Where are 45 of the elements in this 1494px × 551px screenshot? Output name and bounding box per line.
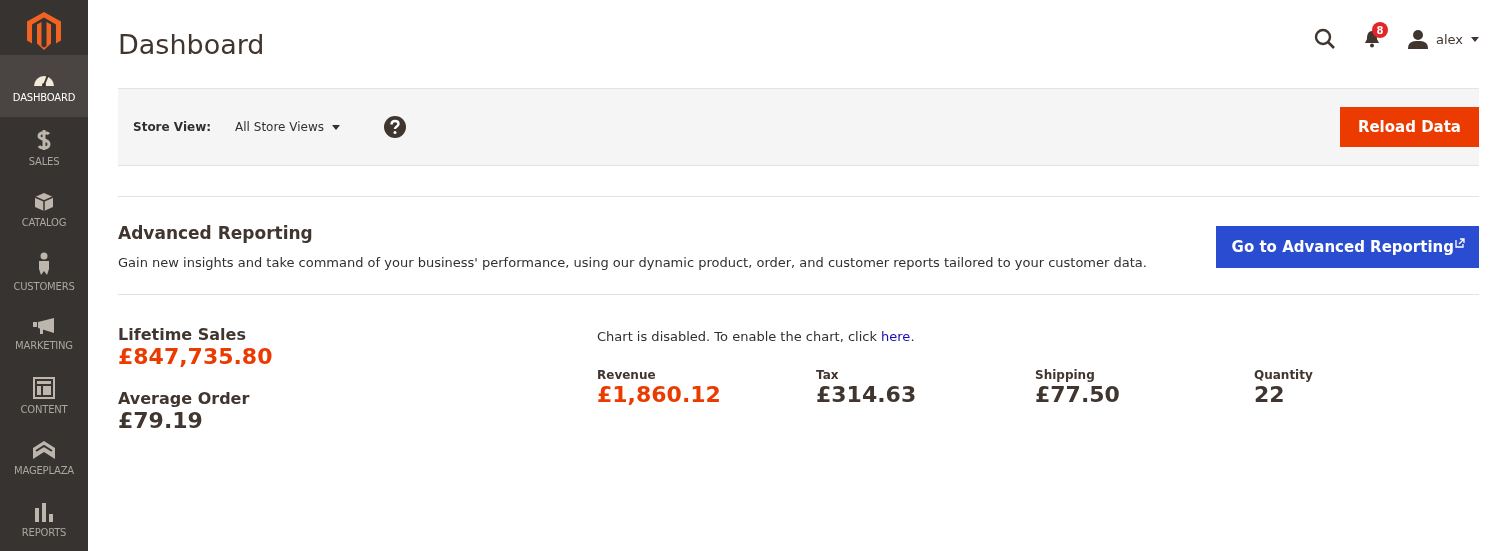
nav-item[interactable]: CUSTOMERS xyxy=(0,241,88,303)
total-label: Tax xyxy=(816,368,840,382)
chart-disabled-note: Chart is disabled. To enable the chart, click here. xyxy=(597,329,916,344)
help-icon[interactable] xyxy=(384,116,407,138)
store-view-label: Store View: xyxy=(133,120,212,134)
nav-item[interactable]: CATALOG xyxy=(0,179,88,241)
dollar-icon xyxy=(37,129,51,151)
caret-icon xyxy=(1471,36,1479,42)
total-value: £77.50 xyxy=(1035,382,1121,407)
user-icon xyxy=(1407,29,1428,49)
section-description: Gain new insights and take command of your business' performance, using our dynamic product, order, and customer reports tailored to your customer data. xyxy=(118,255,1148,270)
total-label: Quantity xyxy=(1254,368,1314,382)
nav-item[interactable]: MAGEPLAZA xyxy=(0,427,88,489)
stat-value: £847,735.80 xyxy=(118,344,274,369)
notification-badge: 8 xyxy=(1371,22,1388,38)
bar-chart-icon xyxy=(34,502,54,522)
external-link-icon xyxy=(1455,237,1465,248)
page-title: Dashboard xyxy=(118,28,266,60)
stat-label: Average Order xyxy=(118,389,251,408)
reload-data-button[interactable]: Reload Data xyxy=(1339,107,1479,147)
megaphone-icon xyxy=(32,317,56,335)
chevron-icon xyxy=(32,440,56,460)
total-value: £314.63 xyxy=(816,382,918,407)
total-label: Revenue xyxy=(597,368,657,382)
caret-icon xyxy=(332,124,341,130)
layout-icon xyxy=(33,377,55,399)
nav-item[interactable]: MARKETING xyxy=(0,303,88,365)
advanced-reporting-button[interactable]: Go to Advanced Reporting xyxy=(1215,225,1479,268)
store-view-dropdown[interactable]: All Store Views xyxy=(235,120,341,134)
user-menu[interactable]: alex xyxy=(1407,29,1479,49)
search-icon[interactable] xyxy=(1313,28,1336,50)
total-value: 22 xyxy=(1254,382,1286,407)
stat-value: £79.19 xyxy=(118,408,204,433)
logo-icon[interactable] xyxy=(27,12,61,50)
total-label: Shipping xyxy=(1035,368,1096,382)
nav-item[interactable]: DASHBOARD xyxy=(0,55,88,117)
nav-item[interactable]: REPORTS xyxy=(0,489,88,551)
enable-chart-link[interactable]: here xyxy=(881,329,911,344)
stat-label: Lifetime Sales xyxy=(118,325,247,344)
total-value: £1,860.12 xyxy=(597,382,722,407)
nav-item[interactable]: CONTENT xyxy=(0,365,88,427)
person-icon xyxy=(38,252,50,276)
box-icon xyxy=(34,192,54,212)
nav-item[interactable]: SALES xyxy=(0,117,88,179)
section-title: Advanced Reporting xyxy=(118,223,314,243)
